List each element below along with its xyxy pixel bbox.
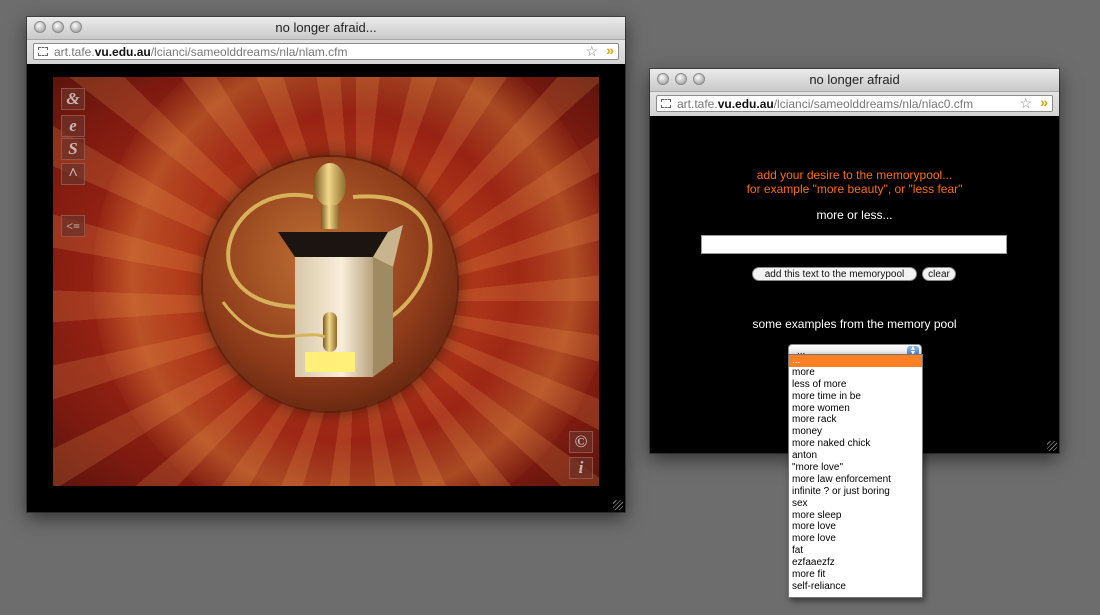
dropdown-option[interactable]: more rack — [789, 414, 922, 426]
dropdown-option[interactable]: fat — [789, 545, 922, 557]
info-icon[interactable]: i — [569, 457, 593, 479]
url-domain: vu.edu.au — [94, 45, 151, 59]
sphere-artwork — [203, 157, 457, 411]
copyright-icon[interactable]: © — [569, 431, 593, 453]
bookmark-star-icon[interactable]: ☆ — [585, 44, 598, 59]
up-arrow-icon[interactable]: ^ — [61, 163, 85, 185]
left-titlebar[interactable]: no longer afraid... — [27, 17, 625, 40]
resize-grip-icon[interactable] — [613, 500, 623, 510]
dropdown-option[interactable]: more — [789, 367, 922, 379]
dropdown-option[interactable]: self-reliance — [789, 581, 922, 593]
dropdown-option[interactable]: more time in be — [789, 391, 922, 403]
right-url-row: art.tafe.vu.edu.au/lcianci/sameolddreams… — [650, 92, 1059, 117]
url-path: /lcianci/sameolddreams/nla/nlac0.cfm — [773, 97, 974, 111]
dropdown-option[interactable]: more naked chick — [789, 438, 922, 450]
dropdown-option[interactable]: "more love" — [789, 462, 922, 474]
dropdown-option[interactable]: money — [789, 426, 922, 438]
desire-input[interactable] — [701, 235, 1007, 254]
left-address-bar[interactable]: art.tafe.vu.edu.au/lcianci/sameolddreams… — [33, 43, 619, 60]
right-window-title: no longer afraid — [809, 72, 900, 87]
dropdown-option[interactable]: infinite ? or just boring — [789, 486, 922, 498]
memory-pool-dropdown-list[interactable]: ... more less of more more time in be more w… — [788, 354, 923, 598]
left-browser-window: no longer afraid... art.tafe.vu.edu.au/l… — [27, 17, 625, 512]
url-path: /lcianci/sameolddreams/nla/nlam.cfm — [150, 45, 348, 59]
minimize-icon[interactable] — [675, 73, 687, 85]
window-controls — [34, 21, 82, 33]
clear-button[interactable]: clear — [922, 267, 956, 281]
close-icon[interactable] — [657, 73, 669, 85]
prompt-line-2: for example "more beauty", or "less fear… — [746, 182, 963, 196]
dropdown-option[interactable]: more love — [789, 521, 922, 533]
site-icon — [38, 47, 48, 56]
close-icon[interactable] — [34, 21, 46, 33]
e-tool-icon[interactable]: e — [61, 115, 85, 137]
add-to-memorypool-button[interactable]: add this text to the memorypool — [752, 267, 917, 281]
dropdown-option[interactable]: sex — [789, 498, 922, 510]
back-list-icon[interactable]: <= — [61, 215, 85, 237]
dropdown-option[interactable]: more women — [789, 403, 922, 415]
dropdown-option[interactable]: anton — [789, 450, 922, 462]
examples-heading: some examples from the memory pool — [752, 317, 957, 331]
left-url-row: art.tafe.vu.edu.au/lcianci/sameolddreams… — [27, 40, 625, 65]
resize-grip-icon[interactable] — [1047, 441, 1057, 451]
sculpture-figure — [221, 163, 433, 377]
minimize-icon[interactable] — [52, 21, 64, 33]
window-controls — [657, 73, 705, 85]
dropdown-option[interactable]: more sleep — [789, 510, 922, 522]
dropdown-option[interactable]: more fit — [789, 569, 922, 581]
right-address-bar[interactable]: art.tafe.vu.edu.au/lcianci/sameolddreams… — [656, 95, 1053, 112]
right-titlebar[interactable]: no longer afraid — [650, 69, 1059, 92]
zoom-icon[interactable] — [693, 73, 705, 85]
go-arrow-icon[interactable]: » — [1040, 96, 1048, 111]
bookmark-star-icon[interactable]: ☆ — [1019, 96, 1032, 111]
dropdown-option[interactable]: ... — [789, 355, 922, 367]
dropdown-option[interactable]: more law enforcement — [789, 474, 922, 486]
dropdown-option[interactable]: more love — [789, 533, 922, 545]
left-window-title: no longer afraid... — [275, 20, 377, 35]
left-page-content: & e S ^ <= © i — [27, 64, 625, 512]
url-prefix: art.tafe. — [677, 97, 718, 111]
url-prefix: art.tafe. — [54, 45, 95, 59]
artwork-canvas[interactable]: & e S ^ <= © i — [53, 77, 599, 486]
url-domain: vu.edu.au — [717, 97, 774, 111]
more-or-less-label: more or less... — [816, 208, 893, 222]
ampersand-tool-icon[interactable]: & — [61, 88, 85, 110]
zoom-icon[interactable] — [70, 21, 82, 33]
dropdown-option[interactable]: less of more — [789, 379, 922, 391]
dropdown-option[interactable]: ezfaaezfz — [789, 557, 922, 569]
s-tool-icon[interactable]: S — [61, 138, 85, 160]
go-arrow-icon[interactable]: » — [606, 44, 614, 59]
site-icon — [661, 99, 671, 108]
prompt-line-1: add your desire to the memorypool... — [756, 168, 953, 182]
